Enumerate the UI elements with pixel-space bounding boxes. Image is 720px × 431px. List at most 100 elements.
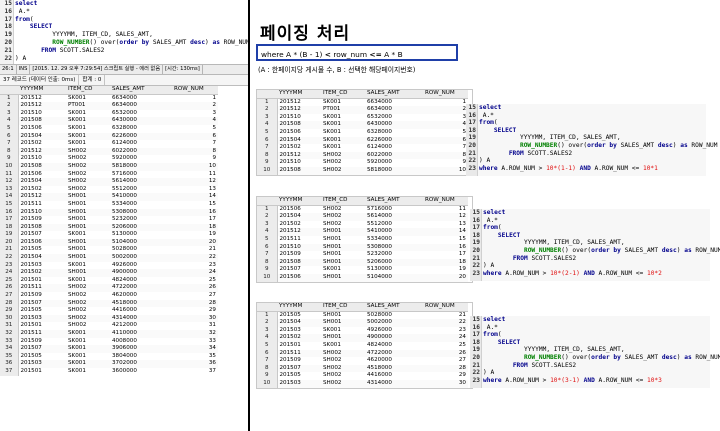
table-row[interactable]: 1 201505 SH001 5028000 21 [257,311,468,320]
table-cell[interactable]: 5028000 [365,311,423,319]
table-cell[interactable]: PT001 [66,102,110,110]
table-cell[interactable]: 5002000 [110,254,172,262]
table-cell[interactable]: 18 [423,258,468,267]
code-line[interactable]: FROM SCOTT.SALES2 [15,47,247,55]
table-cell[interactable]: 5002000 [365,319,423,327]
table-row[interactable]: 16 201510 SH001 5308000 16 [0,208,218,217]
table-cell[interactable]: 37 [172,368,218,376]
code-line[interactable]: select [483,209,720,217]
table-row[interactable]: 7 201502 SK001 6124000 7 [257,144,468,152]
table-cell[interactable]: 4518000 [365,364,423,373]
table-cell[interactable]: 5716000 [365,205,423,213]
table-row[interactable]: 9 201510 SH002 5920000 9 [257,159,468,167]
table-row[interactable]: 22 201504 SH001 5002000 22 [0,254,218,262]
table-cell[interactable]: 201501 [18,368,66,376]
table-cell[interactable]: SK001 [321,136,365,145]
table-cell[interactable]: 34 [172,345,218,353]
table-cell[interactable]: SH002 [321,372,365,380]
table-cell[interactable]: 201509 [18,216,66,224]
table-cell[interactable]: SH001 [321,243,365,252]
table-cell[interactable]: 5818000 [110,162,172,171]
table-cell[interactable]: 33 [172,338,218,346]
table-cell[interactable]: 5410000 [110,193,172,201]
page-result-table[interactable]: YYYYMM ITEM_CD SALES_AMT ROW_NUM 1 201505 SH00… [257,303,468,388]
table-row[interactable]: 4 201512 SH001 5410000 14 [257,228,468,236]
table-cell[interactable]: 5920000 [365,159,423,167]
table-cell[interactable]: 6 [172,132,218,141]
table-cell[interactable]: SK001 [321,342,365,350]
table-cell[interactable]: 201508 [18,162,66,171]
table-cell[interactable]: 5614000 [110,178,172,186]
table-cell[interactable]: 11 [423,205,468,213]
table-cell[interactable]: 4900000 [365,334,423,342]
table-cell[interactable]: 201503 [18,262,66,270]
table-row[interactable]: 3 201503 SK001 4926000 23 [257,326,468,335]
table-cell[interactable]: 201504 [277,213,321,221]
table-cell[interactable]: 5104000 [110,238,172,247]
table-cell[interactable]: 5 [423,129,468,137]
table-cell[interactable]: 23 [172,262,218,270]
table-cell[interactable]: 201512 [277,98,321,106]
table-row[interactable]: 9 201507 SK001 5130000 19 [257,266,468,274]
table-cell[interactable]: 9 [172,155,218,163]
code-line[interactable]: where A.ROW_NUM > 10*(1-1) AND A.ROW_NUM… [479,165,717,173]
table-cell[interactable]: SH002 [66,322,110,330]
column-header[interactable]: YYYYMM [277,303,321,312]
table-cell[interactable]: 3804000 [110,353,172,361]
table-cell[interactable]: 4 [172,117,218,125]
code-line[interactable]: YYYYMM, ITEM_CD, SALES_AMT, [15,31,247,39]
table-cell[interactable]: 3906000 [110,345,172,353]
column-header[interactable]: YYYYMM [277,197,321,206]
column-header[interactable]: ITEM_CD [321,90,365,99]
column-header[interactable]: ROW_NUM [423,197,468,206]
table-cell[interactable]: 201503 [277,379,321,388]
table-cell[interactable]: 4926000 [110,262,172,270]
code-line[interactable]: SELECT [15,23,247,31]
table-cell[interactable]: 201502 [277,221,321,229]
table-cell[interactable]: SK001 [66,231,110,239]
page-1-result-grid[interactable]: YYYYMM ITEM_CD SALES_AMT ROW_NUM 1 201512 SK00… [256,89,473,176]
table-row[interactable]: 21 201505 SH001 5028000 21 [0,246,218,255]
table-row[interactable]: 8 201508 SH001 5206000 18 [257,258,468,267]
column-header[interactable]: ROW_NUM [423,303,468,312]
table-cell[interactable]: 4212000 [110,322,172,330]
table-cell[interactable]: 201510 [18,110,66,118]
table-cell[interactable]: 4722000 [365,349,423,358]
table-cell[interactable]: SH002 [66,186,110,194]
table-cell[interactable]: 201504 [277,136,321,145]
sql-editor[interactable]: 15 16 17 18 19 20 21 22 select A.* from( SELECT … [0,0,248,64]
table-cell[interactable]: 201504 [18,254,66,262]
table-row[interactable]: 24 201502 SH001 4900000 24 [0,269,218,277]
table-cell[interactable]: 6124000 [365,144,423,152]
table-cell[interactable]: 3600000 [110,368,172,376]
table-row[interactable]: 33 201509 SK001 4008000 33 [0,337,218,346]
table-cell[interactable]: 201508 [18,117,66,125]
table-cell[interactable]: SK001 [321,129,365,137]
table-cell[interactable]: SH001 [321,311,365,319]
column-header[interactable]: SALES_AMT [365,90,423,99]
table-cell[interactable]: 201502 [18,186,66,194]
table-cell[interactable]: 4110000 [110,330,172,338]
table-row[interactable]: 5 201506 SK001 6328000 5 [257,128,468,137]
code-line[interactable]: ROW_NUMBER() over(order by SALES_AMT des… [483,247,720,255]
table-row[interactable]: 2 201512 PT001 6634000 2 [257,106,468,114]
table-cell[interactable]: SH002 [321,151,365,160]
table-cell[interactable]: 6430000 [365,121,423,129]
table-cell[interactable]: 6328000 [110,125,172,133]
code-line[interactable]: A.* [483,217,720,225]
table-cell[interactable]: 12 [172,178,218,186]
table-cell[interactable]: 15 [172,201,218,209]
table-row[interactable]: 13 201502 SH002 5512000 13 [0,185,218,194]
table-cell[interactable]: 25 [423,342,468,350]
table-cell[interactable]: 6328000 [365,129,423,137]
column-header[interactable]: YYYYMM [18,86,66,95]
code-line[interactable]: where A.ROW_NUM > 10*(2-1) AND A.ROW_NUM… [483,270,720,278]
table-cell[interactable]: 27 [172,292,218,300]
table-cell[interactable]: 5028000 [110,246,172,254]
table-cell[interactable]: SH001 [321,258,365,267]
table-cell[interactable]: 4008000 [110,338,172,346]
table-cell[interactable]: 4620000 [365,357,423,365]
table-row[interactable]: 7 201502 SK001 6124000 7 [0,140,218,148]
table-cell[interactable]: 201508 [277,166,321,175]
column-header[interactable]: SALES_AMT [365,303,423,312]
